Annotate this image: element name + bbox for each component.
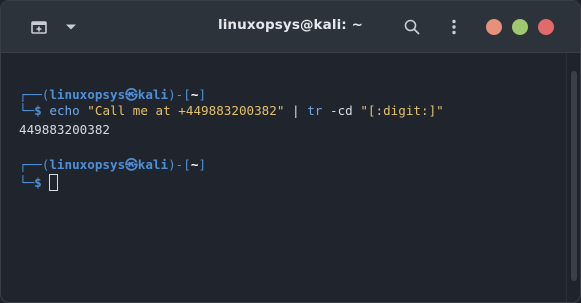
prompt-user: linuxopsys㉿kali <box>49 157 169 172</box>
prompt-line: ┌──(linuxopsys㉿kali)-[~] <box>19 87 206 103</box>
command-flag: -cd <box>329 103 353 118</box>
terminal-body[interactable]: ┌──(linuxopsys㉿kali)-[~] └─$ echo "Call … <box>1 53 566 302</box>
command-pipe: | <box>292 103 300 118</box>
prompt-box: ┌──( <box>19 157 50 172</box>
input-line[interactable]: └─$ <box>19 174 59 191</box>
scroll-thumb[interactable] <box>571 71 577 281</box>
prompt-box: └─ <box>19 103 35 118</box>
scrollbar[interactable] <box>566 53 580 302</box>
command-name: tr <box>307 103 323 118</box>
prompt-box: ] <box>198 157 207 172</box>
minimize-button[interactable] <box>486 19 502 35</box>
prompt-box: )-[ <box>168 157 191 172</box>
title-bar: linuxopsys@kali: ~ <box>1 1 580 53</box>
prompt-box: ] <box>198 87 207 102</box>
command-arg: "Call me at +449883200382" <box>87 103 285 118</box>
search-icon[interactable] <box>401 16 423 38</box>
text-cursor <box>49 174 59 191</box>
prompt-dollar: $ <box>34 103 42 118</box>
command-arg: "[:digit:]" <box>360 103 444 118</box>
kebab-menu-icon[interactable] <box>446 15 462 39</box>
prompt-user: linuxopsys㉿kali <box>49 87 169 102</box>
prompt-box: └─ <box>19 175 35 190</box>
maximize-button[interactable] <box>512 19 528 35</box>
prompt-box: ┌──( <box>19 87 50 102</box>
prompt-line: ┌──(linuxopsys㉿kali)-[~] <box>19 157 206 173</box>
prompt-box: )-[ <box>168 87 191 102</box>
prompt-dollar: $ <box>34 175 42 190</box>
command-output: 449883200382 <box>19 122 110 137</box>
command-line: └─$ echo "Call me at +449883200382" | tr… <box>19 103 444 119</box>
terminal-window: linuxopsys@kali: ~ ┌──(linuxopsys㉿kali)-… <box>0 0 581 303</box>
close-button[interactable] <box>538 19 554 35</box>
command-name: echo <box>49 103 80 118</box>
